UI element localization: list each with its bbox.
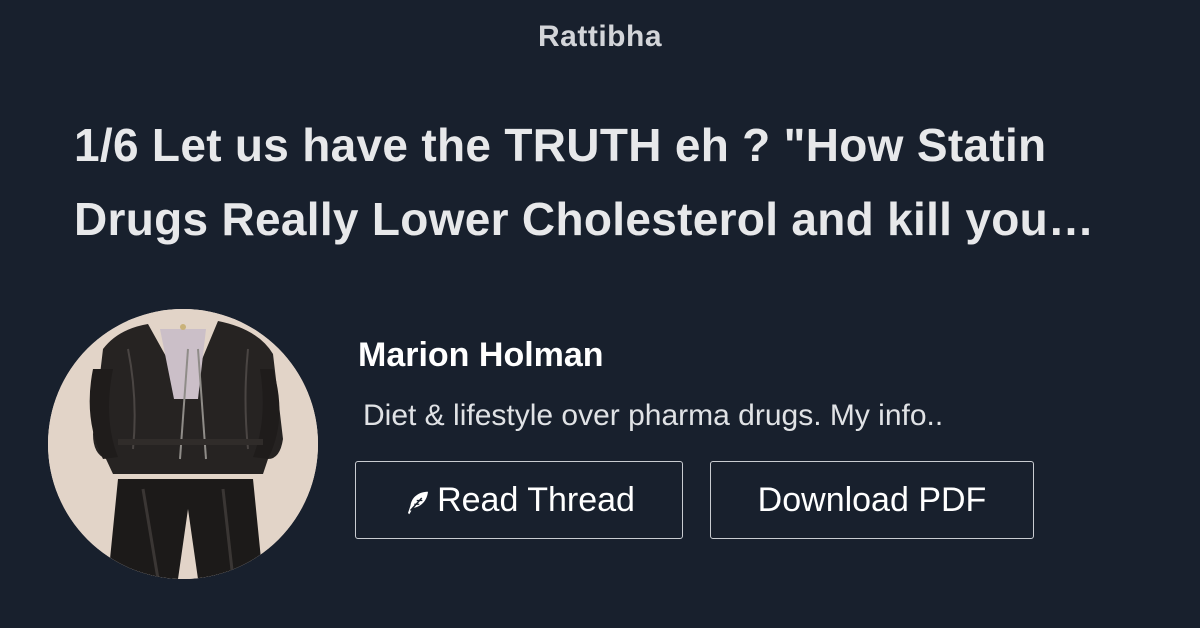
download-pdf-button[interactable]: Download PDF <box>710 461 1034 539</box>
author-bio: Diet & lifestyle over pharma drugs. My i… <box>363 399 944 432</box>
author-avatar <box>48 309 318 579</box>
read-thread-button[interactable]: Read Thread <box>355 461 683 539</box>
author-name: Marion Holman <box>358 336 604 374</box>
site-brand: Rattibha <box>538 20 662 53</box>
thread-title-line-2: Drugs Really Lower Cholesterol and kill … <box>74 193 1095 245</box>
thread-title-line-1: 1/6 Let us have the TRUTH eh ? "How Stat… <box>74 119 1047 171</box>
share-card: Rattibha 1/6 Let us have the TRUTH eh ? … <box>0 0 1200 628</box>
read-thread-label: Read Thread <box>437 480 635 519</box>
avatar-photo <box>48 309 318 579</box>
thread-title: 1/6 Let us have the TRUTH eh ? "How Stat… <box>74 108 1134 256</box>
feather-icon <box>403 488 433 518</box>
download-pdf-label: Download PDF <box>757 480 987 519</box>
